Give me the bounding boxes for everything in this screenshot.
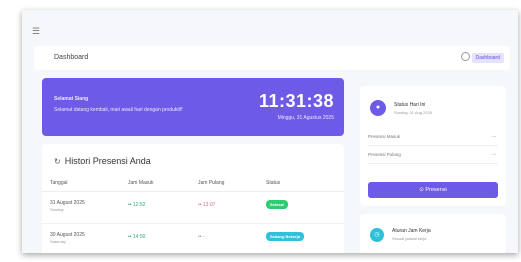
column-header-in: Jam Masuk: [128, 180, 154, 186]
column-header-out: Jam Pulang: [198, 180, 225, 186]
status-badge: Selesai: [266, 200, 288, 209]
attendance-history-card: ↻ Histori Presensi Anda Tanggal Jam Masuk…: [42, 144, 344, 253]
search-icon[interactable]: [461, 52, 470, 61]
table-row: 31 August 2025 Sunday •• 12:52 •• 13:07 …: [42, 192, 344, 224]
user-avatar-icon: ●: [370, 100, 386, 116]
status-card-title: Status Hari Ini: [394, 102, 426, 108]
breadcrumb: Dashboard: [54, 54, 89, 61]
row-day: Sunday: [50, 207, 64, 212]
checkout-row: Presensi Pulang ---: [368, 150, 498, 164]
row-time-out: •• 13:07: [198, 202, 216, 208]
hamburger-icon[interactable]: ☰: [32, 26, 40, 37]
rules-subtitle: Sesuai jadwal kerja: [392, 236, 427, 241]
presensi-button[interactable]: ⊙ Presensi: [368, 182, 498, 198]
top-bar: Dashboard Dashboard: [34, 46, 510, 70]
status-badge: Sedang Bekerja: [266, 232, 305, 241]
presensi-button-label: Presensi: [425, 187, 447, 193]
work-rules-card[interactable]: ◷ Aturan Jam Kerja Sesuai jadwal kerja: [360, 214, 506, 253]
checkout-label: Presensi Pulang: [368, 152, 401, 157]
column-header-status: Status: [266, 180, 281, 186]
table-row: 30 August 2025 Saturday •• 14:50 •• - Se…: [42, 224, 344, 253]
row-time-in: •• 12:52: [128, 202, 146, 208]
greeting-text: Selamat Siang: [54, 96, 89, 102]
clock-icon: ◷: [370, 228, 384, 242]
today-status-card: ● Status Hari Ini Sunday, 31 Aug 2025 Pr…: [360, 86, 506, 206]
checkin-row: Presensi Masuk ---: [368, 132, 498, 146]
row-date: 30 August 2025: [50, 232, 85, 238]
row-time-out: •• -: [198, 234, 205, 240]
history-icon: ↻: [54, 157, 61, 166]
dashboard-badge[interactable]: Dashboard: [471, 53, 504, 63]
table-header: Tanggal Jam Masuk Jam Pulang Status: [42, 176, 344, 192]
history-title-text: Histori Presensi Anda: [64, 156, 151, 166]
current-date: Minggu, 31 Agustus 2025: [277, 115, 334, 121]
checkout-value: ---: [491, 152, 497, 157]
row-day: Saturday: [50, 239, 67, 244]
app-window: ☰ Dashboard Dashboard Selamat Siang Sela…: [22, 10, 518, 253]
row-time-in: •• 14:50: [128, 234, 146, 240]
history-title: ↻ Histori Presensi Anda: [54, 156, 151, 166]
welcome-banner: Selamat Siang Selamat datang kembali, ma…: [42, 78, 344, 136]
status-card-date: Sunday, 31 Aug 2025: [394, 110, 432, 115]
column-header-date: Tanggal: [50, 180, 68, 186]
live-clock: 11:31:38: [258, 91, 334, 111]
welcome-message: Selamat datang kembali, mari awali hari …: [54, 107, 183, 113]
row-date: 31 August 2025: [50, 200, 85, 206]
checkin-value: ---: [491, 134, 497, 139]
rules-title: Aturan Jam Kerja: [392, 228, 431, 234]
checkin-label: Presensi Masuk: [368, 134, 401, 139]
